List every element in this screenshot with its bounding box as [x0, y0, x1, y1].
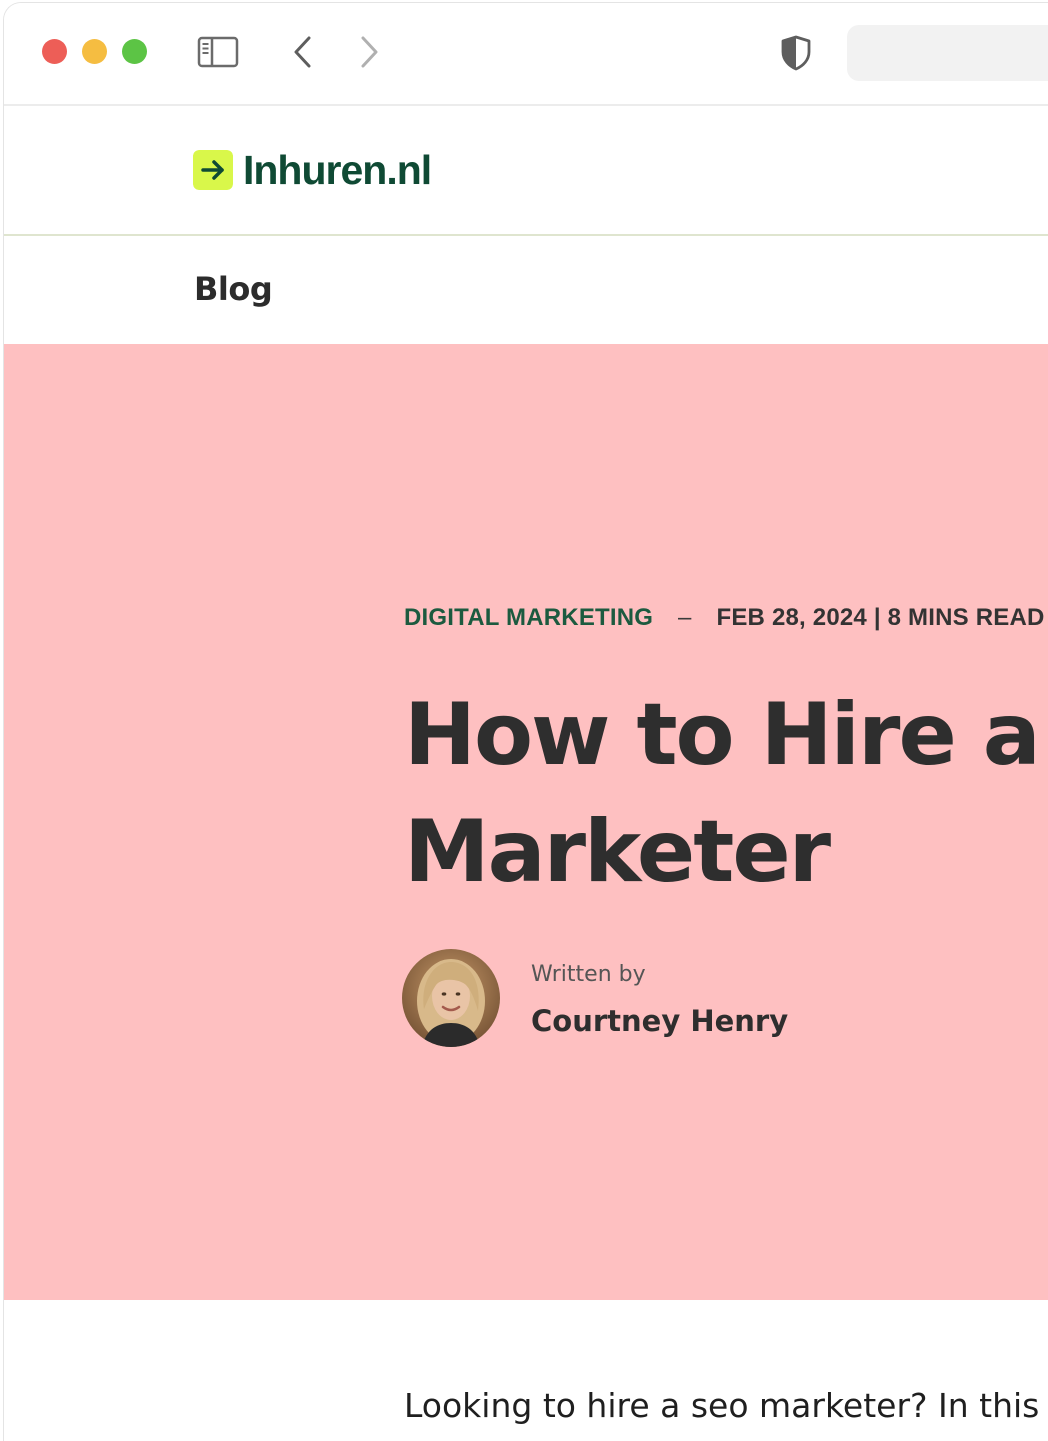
author-avatar[interactable] [402, 949, 500, 1047]
author-name-link[interactable]: Courtney Henry [531, 1004, 788, 1038]
article-title: How to Hire a Seo Marketer [404, 677, 1048, 911]
minimize-window-button[interactable] [82, 39, 107, 64]
article-title-line-2: Marketer [404, 802, 831, 902]
article-intro: Looking to hire a seo marketer? In this [404, 1386, 1040, 1425]
meta-separator: – [678, 604, 692, 631]
site-header: Inhuren.nl [4, 106, 1048, 236]
arrow-right-icon [193, 150, 233, 190]
chevron-left-icon[interactable] [288, 35, 318, 69]
maximize-window-button[interactable] [122, 39, 147, 64]
category-link[interactable]: DIGITAL MARKETING [404, 604, 653, 631]
article-title-line-1: How to Hire a Seo [404, 685, 1048, 785]
sidebar-icon[interactable] [197, 36, 239, 68]
avatar-photo-icon [402, 949, 500, 1047]
browser-toolbar [4, 3, 1048, 106]
chevron-right-icon[interactable] [354, 35, 384, 69]
publish-date-readtime: FEB 28, 2024 | 8 MINS READ [716, 604, 1045, 631]
site-logo[interactable]: Inhuren.nl [193, 147, 432, 193]
section-nav: Blog [4, 236, 1048, 344]
logo-text: Inhuren.nl [243, 147, 432, 193]
article-meta: DIGITAL MARKETING – FEB 28, 2024 | 8 MIN… [404, 604, 1045, 632]
close-window-button[interactable] [42, 39, 67, 64]
browser-window: Inhuren.nl Blog DIGITAL MARKETING – FEB … [3, 2, 1048, 1441]
blog-link[interactable]: Blog [194, 270, 273, 308]
address-bar[interactable] [847, 25, 1048, 81]
shield-icon[interactable] [779, 35, 813, 71]
written-by-label: Written by [531, 962, 646, 987]
article-hero: DIGITAL MARKETING – FEB 28, 2024 | 8 MIN… [4, 344, 1048, 1300]
